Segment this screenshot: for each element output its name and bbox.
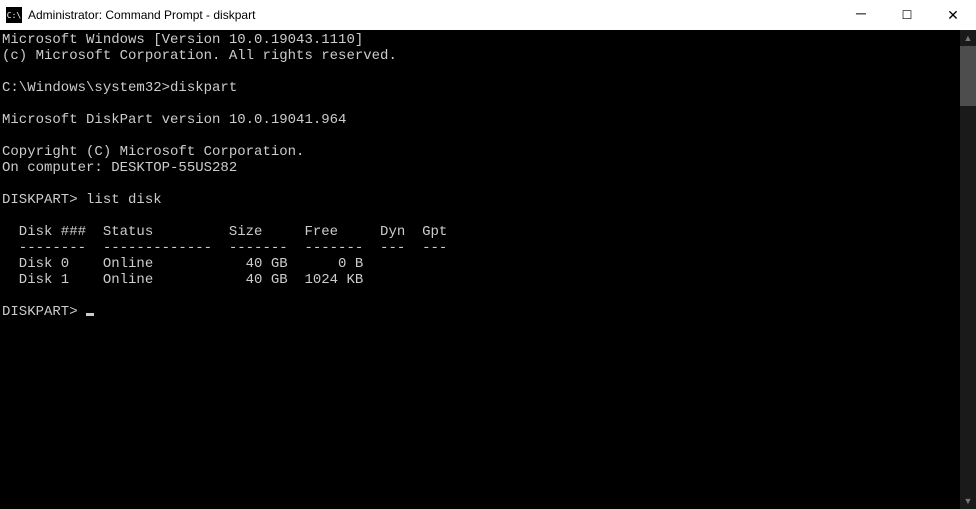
cmd-icon: C:\ [6, 7, 22, 23]
minimize-button[interactable]: ─ [838, 0, 884, 30]
terminal-line: DISKPART> list disk [2, 192, 162, 208]
text-cursor [86, 313, 94, 316]
cmd-icon-text: C:\ [7, 11, 21, 20]
terminal-output[interactable]: Microsoft Windows [Version 10.0.19043.11… [0, 30, 960, 509]
terminal-line: Disk ### Status Size Free Dyn Gpt [2, 224, 447, 240]
terminal-line: Copyright (C) Microsoft Corporation. [2, 144, 304, 160]
maximize-button[interactable]: ☐ [884, 0, 930, 30]
close-button[interactable]: ✕ [930, 0, 976, 30]
terminal-prompt: DISKPART> [2, 304, 86, 320]
terminal-line: Microsoft Windows [Version 10.0.19043.11… [2, 32, 363, 48]
scroll-up-button[interactable]: ▲ [960, 30, 976, 46]
scroll-thumb[interactable] [960, 46, 976, 106]
terminal-container: Microsoft Windows [Version 10.0.19043.11… [0, 30, 976, 509]
terminal-line: -------- ------------- ------- ------- -… [2, 240, 447, 256]
terminal-line: Disk 1 Online 40 GB 1024 KB [2, 272, 363, 288]
terminal-line: (c) Microsoft Corporation. All rights re… [2, 48, 397, 64]
terminal-line: Disk 0 Online 40 GB 0 B [2, 256, 363, 272]
window-controls: ─ ☐ ✕ [838, 0, 976, 30]
terminal-line: C:\Windows\system32>diskpart [2, 80, 237, 96]
window-titlebar: C:\ Administrator: Command Prompt - disk… [0, 0, 976, 30]
terminal-line: Microsoft DiskPart version 10.0.19041.96… [2, 112, 346, 128]
window-title: Administrator: Command Prompt - diskpart [28, 8, 255, 22]
terminal-line: On computer: DESKTOP-55US282 [2, 160, 237, 176]
vertical-scrollbar[interactable]: ▲ ▼ [960, 30, 976, 509]
scroll-down-button[interactable]: ▼ [960, 493, 976, 509]
